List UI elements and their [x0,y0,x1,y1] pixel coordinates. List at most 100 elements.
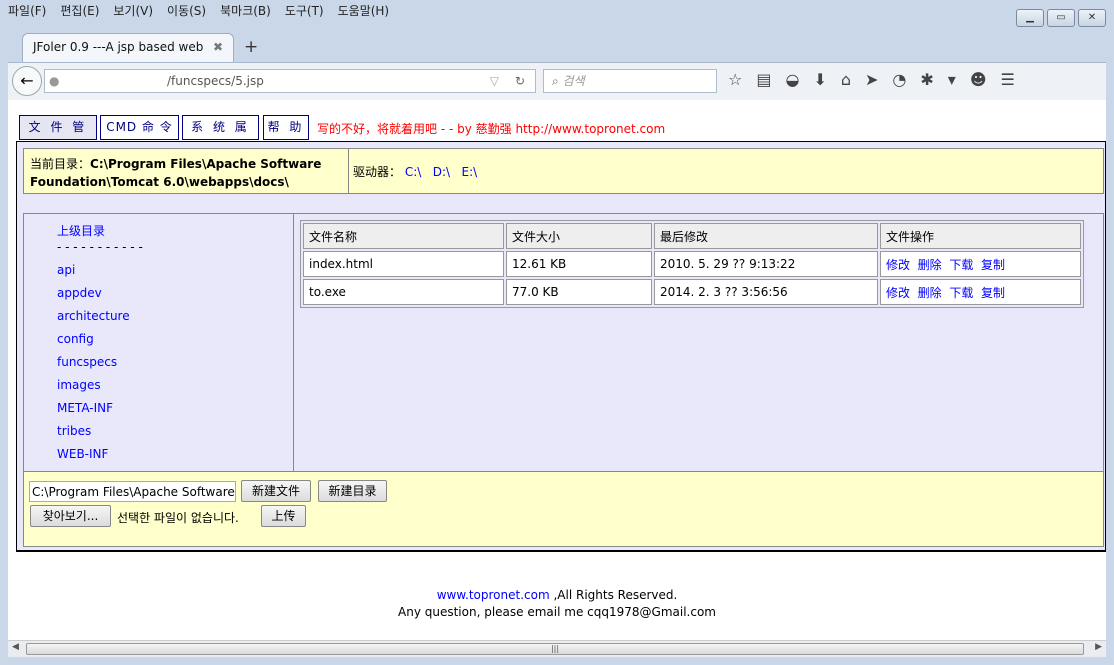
scroll-left-icon[interactable]: ◀ [12,642,19,652]
chevron-down-icon[interactable]: ▾ [948,70,956,89]
browser-tools: ☆ ▤ ◒ ⬇ ⌂ ➤ ◔ ✱ ▾ ☻ ☰ [728,70,1015,89]
drives-label: 驱动器： [353,165,402,179]
footer: www.topronet.com ,All Rights Reserved. A… [0,588,1114,622]
browse-button[interactable]: 찾아보기... [30,505,111,527]
scrollbar-thumb[interactable]: ||| [26,643,1084,655]
dir-link[interactable]: META-INF [57,401,113,415]
drive-d-link[interactable]: D:\ [433,165,450,179]
table-header: 文件名称 文件大小 最后修改 文件操作 [303,223,1081,249]
drive-e-link[interactable]: E:\ [462,165,478,179]
horizontal-scrollbar[interactable]: ◀ ||| ▶ [8,640,1106,657]
history-icon[interactable]: ◔ [892,70,906,89]
back-button[interactable]: ← [12,66,42,96]
browser-tab[interactable]: JFoler 0.9 ---A jsp based web ... ✖ [22,33,234,68]
url-text: /funcspecs/5.jsp [167,74,264,88]
search-placeholder: 검색 [562,74,585,88]
hamburger-menu-icon[interactable]: ☰ [1001,70,1015,89]
table-row: index.html 12.61 KB 2010. 5. 29 ?? 9:13:… [303,251,1081,277]
menu-bookmarks[interactable]: 북마크(B) [220,2,271,22]
smiley-icon[interactable]: ☻ [970,70,987,89]
footer-rights: ,All Rights Reserved. [549,588,678,602]
dir-link[interactable]: api [57,263,75,277]
header-name: 文件名称 [303,223,504,249]
parent-dir-link[interactable]: 上级目录 [57,224,105,238]
tab-title: JFoler 0.9 ---A jsp based web ... [33,40,204,68]
tab-file-manager[interactable]: 文 件 管 理 [19,115,97,157]
file-name: to.exe [303,279,504,305]
download-link[interactable]: 下载 [949,286,973,300]
dropdown-icon[interactable]: ▽ [490,70,499,92]
scroll-right-icon[interactable]: ▶ [1095,642,1102,652]
search-icon: ⌕ [552,74,563,88]
copy-link[interactable]: 复制 [981,258,1005,272]
download-link[interactable]: 下载 [949,258,973,272]
header-modified: 最后修改 [654,223,878,249]
reading-list-icon[interactable]: ▤ [756,70,771,89]
actions-bar: 新建文件 新建目录 찾아보기... 선택한 파일이 없습니다. 上传 [23,471,1104,547]
file-actions: 修改 删除 下载 复制 [880,279,1081,305]
file-modified: 2014. 2. 3 ?? 3:56:56 [654,279,878,305]
table-row: to.exe 77.0 KB 2014. 2. 3 ?? 3:56:56 修改 … [303,279,1081,305]
browser-panel: 上级目录 - - - - - - - - - - - api appdev arc… [23,213,1104,472]
footer-email: Any question, please email me cqq1978@Gm… [398,605,716,619]
separator: - - - - - - - - - - - [57,240,143,254]
menu-help[interactable]: 도움말(H) [338,2,390,22]
menu-edit[interactable]: 편집(E) [60,2,99,22]
tab-help[interactable]: 帮 助 [263,115,309,140]
pocket-icon[interactable]: ◒ [785,70,799,89]
dir-link[interactable]: tribes [57,424,91,438]
delete-link[interactable]: 删除 [918,258,942,272]
menu-file[interactable]: 파일(F) [8,2,46,22]
upload-button[interactable]: 上传 [261,505,306,527]
menu-view[interactable]: 보기(V) [113,2,153,22]
header-size: 文件大小 [506,223,652,249]
tab-system-properties[interactable]: 系 统 属 性 [182,115,259,157]
file-actions: 修改 删除 下载 复制 [880,251,1081,277]
send-icon[interactable]: ➤ [865,70,878,89]
addon-icon[interactable]: ✱ [920,70,933,89]
delete-link[interactable]: 删除 [918,286,942,300]
edit-link[interactable]: 修改 [886,258,910,272]
bookmark-star-icon[interactable]: ☆ [728,70,742,89]
home-icon[interactable]: ⌂ [841,70,851,89]
no-file-text: 선택한 파일이 없습니다. [117,511,239,525]
new-dir-button[interactable]: 新建目录 [318,480,387,502]
dir-link[interactable]: appdev [57,286,102,300]
dir-link[interactable]: architecture [57,309,130,323]
minimize-button[interactable]: ▁ [1016,9,1044,27]
slogan-text: 写的不好，将就着用吧 - - by 慈勤强 http://www.toprone… [317,122,666,136]
directory-list: 上级目录 - - - - - - - - - - - api appdev arc… [24,214,294,471]
maximize-button[interactable]: ▭ [1047,9,1075,27]
edit-link[interactable]: 修改 [886,286,910,300]
new-tab-button[interactable]: + [244,37,258,57]
search-input[interactable]: ⌕ 검색 [543,69,717,93]
tab-close-icon[interactable]: ✖ [213,40,223,56]
reload-icon[interactable]: ↻ [515,70,525,92]
info-bar: 当前目录：C:\Program Files\Apache Software Fo… [23,148,1104,194]
file-size: 12.61 KB [506,251,652,277]
globe-icon: ● [49,74,60,88]
header-actions: 文件操作 [880,223,1081,249]
file-table: 文件名称 文件大小 最后修改 文件操作 index.html 12.61 KB … [300,220,1084,308]
window-controls: ▁ ▭ ✕ [1016,9,1106,27]
dir-link[interactable]: config [57,332,94,346]
url-bar[interactable]: ● /funcspecs/5.jsp ▽ ↻ [44,69,536,93]
drive-c-link[interactable]: C:\ [405,165,421,179]
file-name: index.html [303,251,504,277]
menu-go[interactable]: 이동(S) [167,2,206,22]
file-size: 77.0 KB [506,279,652,305]
menu-bar: 파일(F) 편집(E) 보기(V) 이동(S) 북마크(B) 도구(T) 도움말… [8,2,389,22]
current-dir-label: 当前目录： [30,157,91,171]
footer-link[interactable]: www.topronet.com [437,588,550,602]
dir-link[interactable]: images [57,378,101,392]
menu-tools[interactable]: 도구(T) [285,2,324,22]
copy-link[interactable]: 复制 [981,286,1005,300]
tab-cmd[interactable]: CMD 命 令 [100,115,179,140]
close-window-button[interactable]: ✕ [1078,9,1106,27]
dir-link[interactable]: WEB-INF [57,447,108,461]
path-input[interactable] [29,481,236,502]
dir-link[interactable]: funcspecs [57,355,117,369]
file-modified: 2010. 5. 29 ?? 9:13:22 [654,251,878,277]
download-icon[interactable]: ⬇ [813,70,826,89]
new-file-button[interactable]: 新建文件 [241,480,311,502]
